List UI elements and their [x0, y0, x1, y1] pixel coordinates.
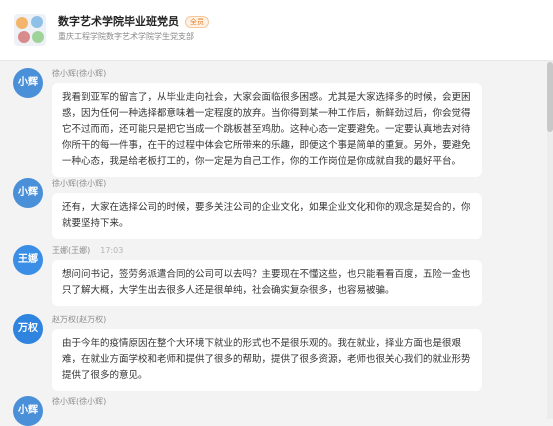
message-bubble[interactable]: 由于今年的疫情原因在整个大环境下就业的形式也不是很乐观的。我在就业，择业方面也是…	[52, 329, 482, 391]
sender-name: 徐小辉(徐小辉)	[52, 396, 106, 407]
sender-name: 王娜(王娜) 17:03	[52, 245, 123, 256]
group-name[interactable]: 数字艺术学院毕业班党员 全员	[58, 13, 209, 29]
group-name-text: 数字艺术学院毕业班党员	[58, 15, 179, 28]
message-time: 17:03	[100, 246, 124, 255]
sender-name-text: 赵万权(赵万权)	[52, 315, 107, 324]
avatar-face-icon	[16, 17, 28, 29]
sender-name-text: 徐小辉(徐小辉)	[52, 69, 107, 78]
sender-name: 赵万权(赵万权)	[52, 314, 106, 325]
avatar[interactable]: 万权	[13, 314, 43, 344]
message-bubble[interactable]: 想问问书记，签劳务派遣合同的公司可以去吗？主要现在不懂这些，也只能看看百度，五险…	[52, 260, 482, 306]
scrollbar-thumb[interactable]	[547, 62, 553, 132]
sender-name: 徐小辉(徐小辉)	[52, 68, 106, 79]
sender-name: 徐小辉(徐小辉)	[52, 178, 106, 189]
group-avatar[interactable]	[14, 14, 46, 46]
sender-name-text: 徐小辉(徐小辉)	[52, 179, 107, 188]
chat-header: 数字艺术学院毕业班党员 全员 重庆工程学院数字艺术学院学生党支部	[0, 0, 553, 61]
sender-name-text: 王娜(王娜)	[52, 246, 91, 255]
avatar-face-icon	[32, 31, 44, 43]
avatar[interactable]: 小辉	[13, 178, 43, 208]
sender-name-text: 徐小辉(徐小辉)	[52, 397, 107, 406]
message-bubble[interactable]: 还有，大家在选择公司的时候，要多关注公司的企业文化，如果企业文化和你的观念是契合…	[52, 193, 482, 239]
group-subtitle: 重庆工程学院数字艺术学院学生党支部	[58, 32, 194, 41]
avatar[interactable]: 小辉	[13, 396, 43, 426]
avatar-face-icon	[18, 31, 30, 43]
message-bubble[interactable]: 我看到亚军的留言了，从毕业走向社会，大家会面临很多困惑。尤其是大家选择多的时候，…	[52, 83, 482, 177]
avatar[interactable]: 王娜	[13, 245, 43, 275]
member-badge: 全员	[185, 16, 209, 28]
avatar[interactable]: 小辉	[13, 68, 43, 98]
avatar-face-icon	[31, 16, 43, 28]
